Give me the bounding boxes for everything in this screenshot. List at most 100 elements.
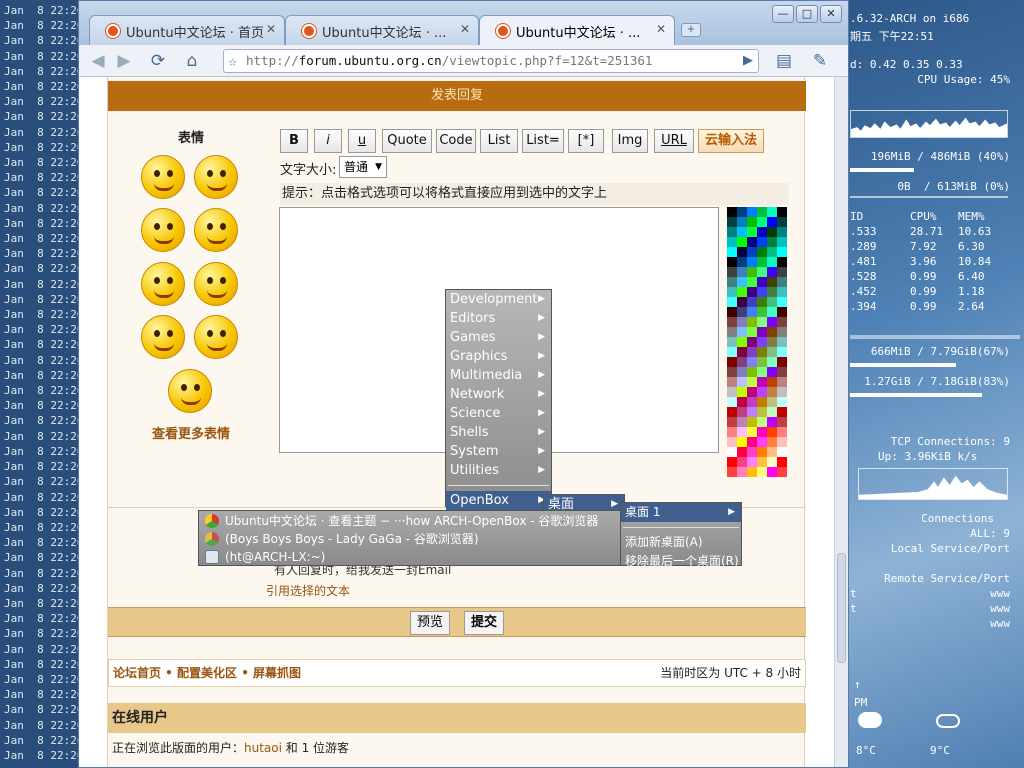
color-swatch[interactable] xyxy=(747,347,757,357)
color-swatch[interactable] xyxy=(777,417,787,427)
color-swatch[interactable] xyxy=(727,467,737,477)
menu-item-system[interactable]: System ▶ xyxy=(446,442,551,461)
color-swatch[interactable] xyxy=(737,317,747,327)
color-swatch[interactable] xyxy=(757,427,767,437)
format-url-button[interactable]: URL xyxy=(654,129,694,153)
format-underline-button[interactable]: u xyxy=(348,129,376,153)
color-swatch[interactable] xyxy=(767,307,777,317)
color-swatch[interactable] xyxy=(737,397,747,407)
color-swatch[interactable] xyxy=(737,467,747,477)
color-swatch[interactable] xyxy=(727,387,737,397)
color-swatch[interactable] xyxy=(727,327,737,337)
color-swatch[interactable] xyxy=(767,397,777,407)
task-item-terminal[interactable]: (ht@ARCH-LX:~) xyxy=(199,548,621,566)
color-swatch[interactable] xyxy=(737,357,747,367)
maximize-button[interactable]: □ xyxy=(796,5,818,23)
color-swatch[interactable] xyxy=(727,287,737,297)
color-swatch[interactable] xyxy=(737,297,747,307)
format-italic-button[interactable]: i xyxy=(314,129,342,153)
color-swatch[interactable] xyxy=(747,377,757,387)
color-swatch[interactable] xyxy=(757,237,767,247)
color-swatch[interactable] xyxy=(757,267,767,277)
menu-item-multimedia[interactable]: Multimedia ▶ xyxy=(446,366,551,385)
color-swatch[interactable] xyxy=(737,417,747,427)
color-swatch[interactable] xyxy=(747,407,757,417)
color-swatch[interactable] xyxy=(727,337,737,347)
reload-button[interactable]: ⟳ xyxy=(145,49,171,73)
color-swatch[interactable] xyxy=(727,347,737,357)
color-swatch[interactable] xyxy=(737,237,747,247)
color-swatch[interactable] xyxy=(757,337,767,347)
smirk-smiley-icon[interactable] xyxy=(141,315,185,359)
format-bold-button[interactable]: B xyxy=(280,129,308,153)
color-swatch[interactable] xyxy=(757,247,767,257)
color-swatch[interactable] xyxy=(777,217,787,227)
smiley-icon[interactable] xyxy=(141,155,185,199)
color-swatch[interactable] xyxy=(767,327,777,337)
color-swatch[interactable] xyxy=(767,357,777,367)
color-swatch[interactable] xyxy=(727,297,737,307)
color-swatch[interactable] xyxy=(777,247,787,257)
scrollbar[interactable] xyxy=(834,77,848,767)
color-swatch[interactable] xyxy=(737,287,747,297)
color-swatch[interactable] xyxy=(737,347,747,357)
format-img-button[interactable]: Img xyxy=(612,129,648,153)
format-list-ordered-button[interactable]: List= xyxy=(522,129,564,153)
color-swatch[interactable] xyxy=(777,457,787,467)
color-swatch[interactable] xyxy=(747,317,757,327)
color-swatch[interactable] xyxy=(727,307,737,317)
giggle-smiley-icon[interactable] xyxy=(194,208,238,252)
close-icon[interactable]: ✕ xyxy=(266,22,276,36)
color-swatch[interactable] xyxy=(747,387,757,397)
color-swatch[interactable] xyxy=(767,267,777,277)
color-swatch[interactable] xyxy=(757,327,767,337)
color-swatch[interactable] xyxy=(727,457,737,467)
color-swatch[interactable] xyxy=(757,437,767,447)
color-swatch[interactable] xyxy=(767,467,777,477)
color-swatch[interactable] xyxy=(777,377,787,387)
color-swatch[interactable] xyxy=(747,427,757,437)
font-size-select[interactable]: 普通 ▼ xyxy=(339,156,387,178)
color-swatch[interactable] xyxy=(757,257,767,267)
color-swatch[interactable] xyxy=(767,367,777,377)
color-swatch[interactable] xyxy=(737,267,747,277)
color-swatch[interactable] xyxy=(767,427,777,437)
color-swatch[interactable] xyxy=(747,447,757,457)
color-swatch[interactable] xyxy=(737,217,747,227)
color-swatch[interactable] xyxy=(777,447,787,457)
color-swatch[interactable] xyxy=(747,267,757,277)
color-swatch[interactable] xyxy=(727,417,737,427)
color-swatch[interactable] xyxy=(747,307,757,317)
color-swatch[interactable] xyxy=(737,377,747,387)
color-swatch[interactable] xyxy=(727,407,737,417)
color-swatch[interactable] xyxy=(747,437,757,447)
color-swatch[interactable] xyxy=(777,437,787,447)
color-swatch[interactable] xyxy=(737,367,747,377)
color-swatch[interactable] xyxy=(727,207,737,217)
color-swatch[interactable] xyxy=(727,367,737,377)
color-swatch[interactable] xyxy=(737,207,747,217)
color-swatch[interactable] xyxy=(747,217,757,227)
color-swatch[interactable] xyxy=(747,277,757,287)
color-swatch[interactable] xyxy=(737,457,747,467)
scrollbar-thumb[interactable] xyxy=(837,553,846,663)
color-swatch[interactable] xyxy=(737,447,747,457)
color-swatch[interactable] xyxy=(737,427,747,437)
color-swatch[interactable] xyxy=(737,407,747,417)
color-swatch[interactable] xyxy=(777,427,787,437)
color-swatch[interactable] xyxy=(777,327,787,337)
submit-button[interactable]: 提交 xyxy=(464,611,504,635)
new-tab-button[interactable]: + xyxy=(681,23,701,37)
color-swatch[interactable] xyxy=(727,277,737,287)
color-swatch[interactable] xyxy=(737,277,747,287)
color-swatch[interactable] xyxy=(747,397,757,407)
color-swatch[interactable] xyxy=(777,237,787,247)
color-swatch[interactable] xyxy=(727,357,737,367)
color-swatch[interactable] xyxy=(757,417,767,427)
color-swatch[interactable] xyxy=(777,357,787,367)
color-swatch[interactable] xyxy=(747,257,757,267)
close-window-button[interactable]: ✕ xyxy=(820,5,842,23)
task-item-browser[interactable]: Ubuntu中文论坛 · 查看主题 − ···how ARCH-OpenBox … xyxy=(199,512,621,530)
color-swatch[interactable] xyxy=(767,237,777,247)
color-swatch[interactable] xyxy=(777,307,787,317)
